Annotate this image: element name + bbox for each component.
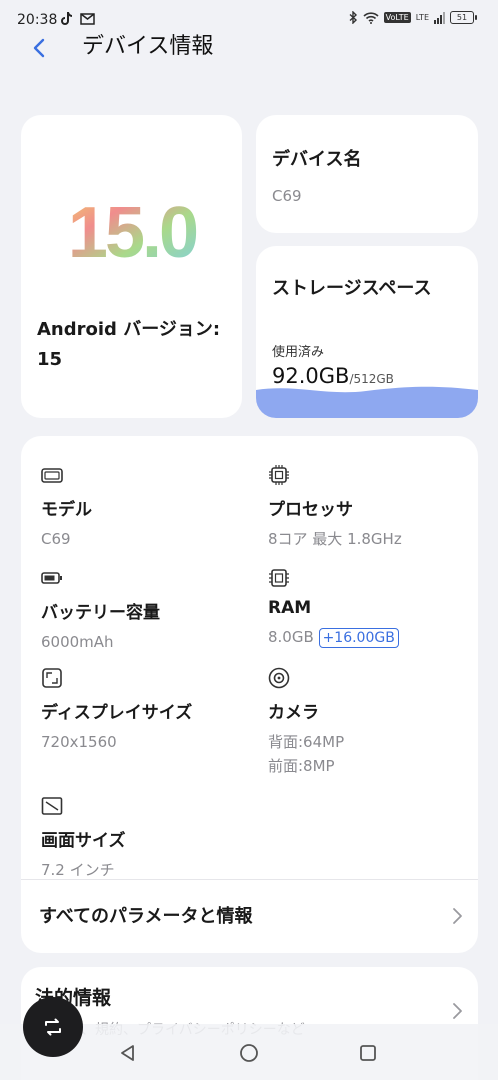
spec-ram: RAM 8.0GB +16.00GB [268,567,468,649]
display-icon [42,668,62,688]
storage-title: ストレージスペース [272,278,432,299]
spec-model-value: C69 [41,530,71,548]
specs-card: モデル C69 プロセッサ 8コア 最大 1.8GHz バッテリー容量 6000… [21,436,478,953]
spec-display: ディスプレイサイズ 720x1560 [41,667,241,754]
chevron-right-icon [453,1003,462,1019]
nav-recents-button[interactable] [357,1042,379,1064]
device-name-title: デバイス名 [272,149,362,170]
tiktok-icon [61,11,73,25]
signal-icon [434,11,445,24]
spec-model: モデル C69 [41,464,241,551]
spec-processor-value: 8コア 最大 1.8GHz [268,530,402,548]
wifi-icon [363,11,379,24]
spec-battery-title: バッテリー容量 [41,603,160,623]
storage-used-label: 使用済み [272,345,325,360]
volte-icon: VoLTE [383,12,411,23]
spec-display-value: 720x1560 [41,733,117,751]
spec-ram-value: 8.0GB [268,628,314,646]
memory-icon [269,569,289,587]
mail-icon [80,12,95,25]
chip-icon [269,465,289,485]
spec-camera-rear: 背面:64MP [268,733,345,751]
spec-camera-values: 背面:64MP 前面:8MP [268,730,468,778]
spec-processor-title: プロセッサ [268,500,353,520]
repeat-icon [45,1018,61,1036]
bluetooth-icon [349,11,357,24]
spec-processor: プロセッサ 8コア 最大 1.8GHz [268,464,468,551]
nav-home-button[interactable] [238,1042,260,1064]
storage-used-value: 92.0GB/512GB [272,364,394,388]
square-recents-icon [360,1045,376,1061]
camera-icon [268,667,290,689]
spec-ram-value-row: 8.0GB +16.00GB [268,625,468,649]
circle-home-icon [240,1044,258,1062]
screen-size-icon [41,797,63,815]
floating-switch-button[interactable] [23,997,83,1057]
device-name-card[interactable]: デバイス名 C69 [256,115,478,233]
chevron-right-icon [453,908,462,924]
spec-display-title: ディスプレイサイズ [41,703,193,723]
android-version-logo: 15.0 [21,185,242,275]
status-bar: 20:38 VoLTE LTE 51 [0,0,498,38]
page-title: デバイス情報 [82,34,214,59]
all-params-row[interactable]: すべてのパラメータと情報 [21,880,478,953]
spec-battery-value: 6000mAh [41,633,114,651]
battery-icon [41,572,62,584]
android-version-card[interactable]: 15.0 Android バージョン: 15 [21,115,242,418]
android-version-label: Android バージョン: 15 [37,319,221,370]
chevron-left-icon [33,38,45,58]
spec-model-title: モデル [41,500,92,520]
storage-total: /512GB [349,372,394,386]
ram-extension-badge: +16.00GB [318,628,399,648]
spec-screen-size-title: 画面サイズ [41,831,126,851]
spec-camera: カメラ 背面:64MP 前面:8MP [268,667,468,778]
storage-used: 92.0GB [272,364,350,388]
version-logo-text: 15.0 [67,193,196,273]
spec-camera-front: 前面:8MP [268,757,335,775]
spec-ram-title: RAM [268,598,312,618]
storage-card[interactable]: ストレージスペース 使用済み 92.0GB/512GB [256,246,478,418]
lte-icon: LTE [415,13,429,22]
triangle-back-icon [121,1045,134,1061]
battery-icon: 51 [450,11,477,24]
spec-battery: バッテリー容量 6000mAh [41,567,241,654]
back-button[interactable] [26,34,52,62]
nav-back-button[interactable] [117,1042,139,1064]
spec-screen-size: 画面サイズ 7.2 インチ [41,795,241,882]
phone-icon [41,468,63,483]
status-time: 20:38 [17,12,58,28]
all-params-label: すべてのパラメータと情報 [39,906,253,927]
spec-camera-title: カメラ [268,703,319,723]
device-name-value: C69 [272,187,302,205]
